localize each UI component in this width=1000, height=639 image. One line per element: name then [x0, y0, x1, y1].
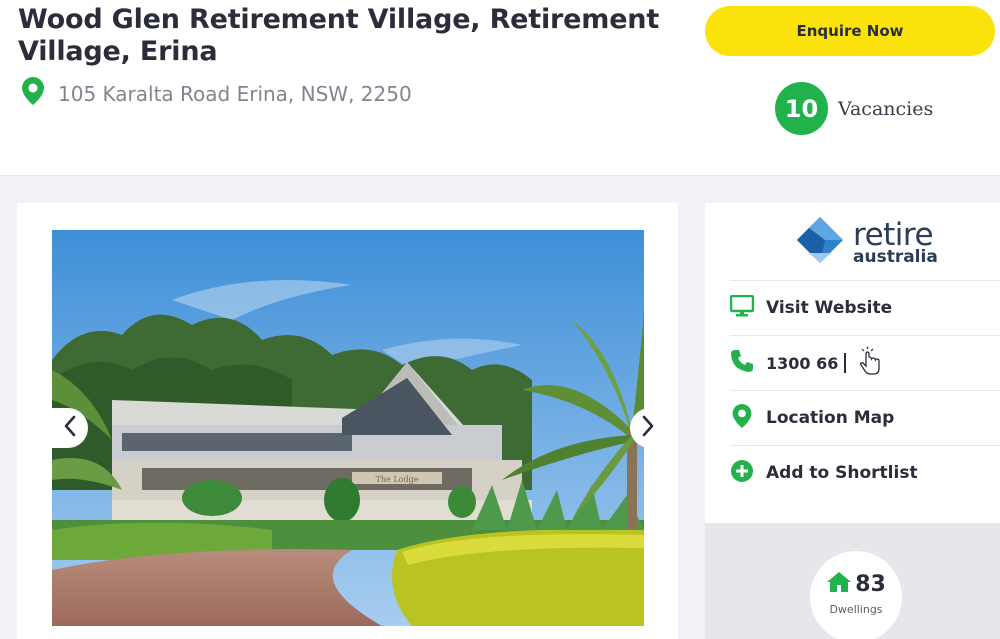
- monitor-icon: [729, 294, 755, 322]
- logo-word-retire: retire: [853, 216, 934, 253]
- text-caret: [844, 353, 847, 373]
- photo-gallery: The Lodge: [17, 203, 678, 639]
- stats-panel: 83 Dwellings: [705, 523, 1000, 639]
- hand-pointer-icon: [858, 346, 882, 381]
- phone-number: 1300 66: [766, 353, 839, 373]
- phone-link[interactable]: 1300 66: [730, 335, 1000, 390]
- plus-circle-icon: [730, 459, 754, 488]
- page-title: Wood Glen Retirement Village, Retirement…: [18, 4, 660, 67]
- lodge-sign: The Lodge: [376, 475, 419, 484]
- enquire-now-button[interactable]: Enquire Now: [705, 6, 995, 56]
- chevron-left-icon: [63, 415, 77, 442]
- phone-icon: [730, 349, 754, 378]
- provider-logo[interactable]: retire australia: [795, 215, 938, 270]
- map-pin-icon: [22, 77, 44, 110]
- address-row: 105 Karalta Road Erina, NSW, 2250: [22, 77, 412, 110]
- address-text: 105 Karalta Road Erina, NSW, 2250: [58, 81, 412, 106]
- provider-card: retire australia Visit Website 1300 66 L…: [705, 203, 1000, 523]
- visit-website-link[interactable]: Visit Website: [729, 280, 1000, 335]
- chevron-right-icon: [641, 415, 655, 442]
- retire-australia-logo-icon: [795, 215, 845, 270]
- vacancies-label: Vacancies: [838, 97, 934, 120]
- logo-word-australia: australia: [853, 246, 938, 267]
- location-map-link[interactable]: Location Map: [730, 390, 1000, 445]
- dwellings-count: 83: [855, 572, 886, 597]
- house-icon: [826, 571, 852, 598]
- dwellings-stat: 83 Dwellings: [810, 551, 902, 639]
- add-to-shortlist-label: Add to Shortlist: [766, 463, 918, 483]
- add-to-shortlist-button[interactable]: Add to Shortlist: [730, 445, 1000, 500]
- vacancies-count: 10: [775, 82, 828, 135]
- gallery-next-button[interactable]: [630, 408, 666, 448]
- vacancies-badge: 10 Vacancies: [775, 82, 933, 135]
- listing-header: Wood Glen Retirement Village, Retirement…: [0, 0, 1000, 176]
- village-photo: The Lodge: [52, 230, 644, 626]
- map-pin-icon: [730, 403, 754, 433]
- dwellings-label: Dwellings: [829, 603, 883, 616]
- location-map-label: Location Map: [766, 408, 895, 428]
- visit-website-label: Visit Website: [766, 298, 893, 318]
